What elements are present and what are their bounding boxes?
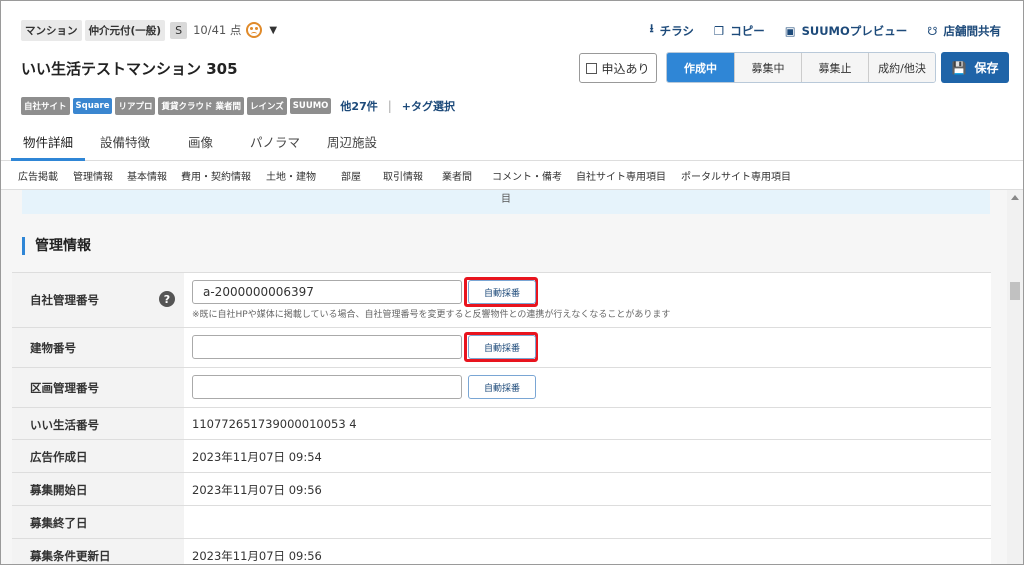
portal-tag: レインズ xyxy=(246,97,287,115)
subnav-item[interactable]: 業者間 xyxy=(442,168,472,183)
tab-images[interactable]: 画像 xyxy=(188,132,213,151)
unit-no-input[interactable] xyxy=(192,375,462,399)
start-date-value: 2023年11月07日 09:56 xyxy=(192,483,322,497)
app-window: マンション 仲介元付(一般) S 10/41 点 ▼ ⭳ チラシ ❐ コピー ▣… xyxy=(0,0,1024,565)
tab-surroundings[interactable]: 周辺施設 xyxy=(327,132,377,151)
subnav-item[interactable]: 部屋 xyxy=(341,168,361,183)
monitor-icon: ▣ xyxy=(784,23,796,38)
type-tag: マンション xyxy=(21,19,82,41)
subnav-item[interactable]: 管理情報 xyxy=(73,168,113,183)
copy-link[interactable]: ❐ コピー xyxy=(714,23,765,39)
store-share-link[interactable]: ☋ 店舗間共有 xyxy=(927,23,1001,39)
auto-number-button[interactable]: 自動採番 xyxy=(468,375,536,399)
sad-face-icon xyxy=(246,22,263,38)
auto-number-button[interactable]: 自動採番 xyxy=(468,280,536,304)
update-date-value: 2023年11月07日 09:56 xyxy=(192,549,322,563)
status-stopped[interactable]: 募集止 xyxy=(801,53,868,82)
flyer-link[interactable]: ⭳ チラシ xyxy=(650,21,694,40)
contract-tag: 仲介元付(一般) xyxy=(84,19,166,41)
field-value xyxy=(184,506,991,538)
help-icon[interactable]: ? xyxy=(159,291,175,307)
portal-tag: リアプロ xyxy=(115,97,156,115)
subnav-item[interactable]: 広告掲載 xyxy=(18,168,58,183)
content-area: 目 管理情報 自社管理番号 ? 自動採番 ※既に自社HPや媒体に掲載している場合… xyxy=(1,190,1007,564)
info-banner: 目 xyxy=(22,190,990,214)
chevron-down-icon[interactable]: ▼ xyxy=(269,25,277,36)
tab-features[interactable]: 設備特徴 xyxy=(100,132,150,151)
portal-tag: 賃貸クラウド 業者間 xyxy=(158,97,244,115)
tab-property-detail[interactable]: 物件詳細 xyxy=(23,132,73,151)
page-title: いい生活テストマンション 305 xyxy=(21,60,238,78)
field-label: 広告作成日 xyxy=(12,440,184,472)
field-label: 自社管理番号 ? xyxy=(12,273,184,327)
form-row-unit-no: 区画管理番号 自動採番 xyxy=(12,367,991,407)
company-no-input[interactable] xyxy=(192,280,462,304)
field-label: 区画管理番号 xyxy=(12,368,184,407)
suumo-preview-link[interactable]: ▣ SUUMOプレビュー xyxy=(785,23,908,39)
form-row-update-date: 募集条件更新日 2023年11月07日 09:56 xyxy=(12,538,991,564)
status-closed[interactable]: 成約/他決 xyxy=(868,53,935,82)
subnav-item[interactable]: 取引情報 xyxy=(383,168,423,183)
portal-tag: Square xyxy=(72,98,113,114)
form-row-end-date: 募集終了日 xyxy=(12,505,991,538)
floppy-icon: 💾 xyxy=(951,60,967,75)
subnav-item[interactable]: 土地・建物 xyxy=(266,168,316,183)
field-label: 募集終了日 xyxy=(12,506,184,538)
field-value: 2023年11月07日 09:56 xyxy=(184,473,991,505)
share-icon: ☋ xyxy=(927,23,938,38)
property-type-row: マンション 仲介元付(一般) S 10/41 点 ▼ xyxy=(21,19,277,41)
field-value: 自動採番 ※既に自社HPや媒体に掲載している場合、自社管理番号を変更すると反響物… xyxy=(184,273,991,327)
field-note: ※既に自社HPや媒体に掲載している場合、自社管理番号を変更すると反響物件との連携… xyxy=(192,310,671,320)
subnav-item[interactable]: 費用・契約情報 xyxy=(181,168,251,183)
scroll-up-icon[interactable] xyxy=(1011,195,1019,200)
field-value: 自動採番 xyxy=(184,368,991,407)
form-row-ii-no: いい生活番号 110772651739000010053 4 xyxy=(12,407,991,439)
building-no-input[interactable] xyxy=(192,335,462,359)
section-title: 管理情報 xyxy=(22,237,91,255)
subnav-item[interactable]: ポータルサイト専用項目 xyxy=(681,168,791,183)
form-row-start-date: 募集開始日 2023年11月07日 09:56 xyxy=(12,472,991,505)
active-tab-indicator xyxy=(11,158,85,161)
field-label: いい生活番号 xyxy=(12,408,184,439)
ad-date-value: 2023年11月07日 09:54 xyxy=(192,450,322,464)
form-row-building-no: 建物番号 自動採番 xyxy=(12,327,991,367)
checkbox-icon xyxy=(586,62,598,74)
top-actions: ⭳ チラシ ❐ コピー ▣ SUUMOプレビュー ☋ 店舗間共有 xyxy=(630,21,1001,40)
field-label: 募集開始日 xyxy=(12,473,184,505)
status-recruiting[interactable]: 募集中 xyxy=(734,53,801,82)
grade-badge: S xyxy=(170,21,188,39)
status-toggle: 作成中 募集中 募集止 成約/他決 xyxy=(666,52,936,83)
portal-tags: 自社サイト Square リアプロ 賃貸クラウド 業者間 レインズ SUUMO … xyxy=(21,97,455,115)
subnav-item[interactable]: 基本情報 xyxy=(127,168,167,183)
auto-number-button[interactable]: 自動採番 xyxy=(468,335,536,359)
save-button[interactable]: 💾 保存 xyxy=(941,52,1009,83)
tag-select-link[interactable]: +タグ選択 xyxy=(402,98,455,114)
portal-tag: SUUMO xyxy=(289,98,332,114)
ii-no-value: 110772651739000010053 4 xyxy=(192,417,357,431)
section-nav: 広告掲載 管理情報 基本情報 費用・契約情報 土地・建物 部屋 取引情報 業者間… xyxy=(1,162,1023,190)
form-row-ad-date: 広告作成日 2023年11月07日 09:54 xyxy=(12,439,991,472)
management-form: 自社管理番号 ? 自動採番 ※既に自社HPや媒体に掲載している場合、自社管理番号… xyxy=(12,272,991,564)
divider: | xyxy=(387,99,392,113)
field-label: 建物番号 xyxy=(12,328,184,367)
download-icon: ⭳ xyxy=(649,21,654,35)
tab-panorama[interactable]: パノラマ xyxy=(250,132,300,151)
apply-checkbox[interactable]: 申込あり xyxy=(579,53,657,83)
score-text: 10/41 点 xyxy=(193,23,242,37)
field-value: 自動採番 xyxy=(184,328,991,367)
field-value: 2023年11月07日 09:54 xyxy=(184,440,991,472)
subnav-item[interactable]: 自社サイト専用項目 xyxy=(576,168,666,183)
copy-icon: ❐ xyxy=(713,23,725,38)
field-value: 2023年11月07日 09:56 xyxy=(184,539,991,564)
field-label: 募集条件更新日 xyxy=(12,539,184,564)
scrollbar[interactable] xyxy=(1007,190,1023,564)
status-draft[interactable]: 作成中 xyxy=(667,53,734,82)
main-tabs: 物件詳細 設備特徴 画像 パノラマ 周辺施設 xyxy=(1,121,1023,161)
more-tags-link[interactable]: 他27件 xyxy=(340,98,377,114)
portal-tag: 自社サイト xyxy=(21,97,70,115)
subnav-item[interactable]: コメント・備考 xyxy=(492,168,562,183)
scrollbar-thumb[interactable] xyxy=(1010,282,1020,300)
field-value: 110772651739000010053 4 xyxy=(184,408,991,439)
form-row-company-no: 自社管理番号 ? 自動採番 ※既に自社HPや媒体に掲載している場合、自社管理番号… xyxy=(12,272,991,327)
